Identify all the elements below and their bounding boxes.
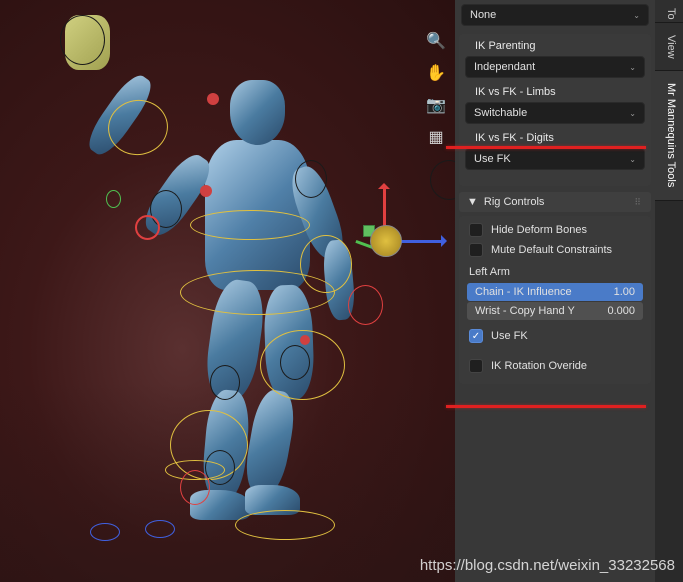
rig-control[interactable] — [295, 160, 327, 198]
rig-control[interactable] — [235, 510, 335, 540]
slider-chain-ik-influence[interactable]: Chain - IK Influence 1.00 — [467, 283, 643, 301]
hand-icon[interactable]: ✋ — [425, 62, 447, 84]
checkbox-hide-deform[interactable] — [469, 223, 483, 237]
disclosure-triangle-icon: ▼ — [467, 196, 478, 208]
dropdown-value: None — [470, 9, 496, 21]
dropdown-value: Use FK — [474, 153, 511, 165]
rig-control[interactable] — [106, 190, 121, 208]
checkbox-label: Mute Default Constraints — [491, 244, 612, 256]
checkbox-use-fk[interactable] — [469, 329, 483, 343]
section-rig-controls[interactable]: ▼ Rig Controls ⠿ — [459, 192, 651, 212]
tab-mr-mannequins-tools[interactable]: Mr Mannequins Tools — [655, 71, 683, 200]
label-ik-fk-limbs: IK vs FK - Limbs — [465, 86, 645, 98]
rig-control[interactable] — [210, 365, 240, 400]
checkbox-label: IK Rotation Overide — [491, 360, 587, 372]
rig-control[interactable] — [90, 523, 120, 541]
rig-control[interactable] — [190, 210, 310, 240]
properties-panel: None ⌄ IK Parenting Independant ⌄ IK vs … — [455, 0, 655, 582]
checkbox-mute-constraints[interactable] — [469, 243, 483, 257]
dropdown-value: Switchable — [474, 107, 527, 119]
chevron-down-icon: ⌄ — [629, 155, 636, 164]
rig-control[interactable] — [280, 345, 310, 380]
armature-mannequin[interactable] — [50, 10, 400, 570]
chevron-down-icon: ⌄ — [629, 63, 636, 72]
annotation-underline — [446, 405, 646, 408]
dropdown-ik-fk-limbs[interactable]: Switchable ⌄ — [465, 102, 645, 124]
viewport-toolbar: 🔍 ✋ 📷 ▦ — [425, 30, 447, 148]
zoom-icon[interactable]: 🔍 — [425, 30, 447, 52]
checkbox-ik-rotation-override[interactable] — [469, 359, 483, 373]
label-ik-fk-digits: IK vs FK - Digits — [465, 132, 645, 144]
slider-label: Wrist - Copy Hand Y — [475, 305, 575, 317]
rig-control[interactable] — [430, 160, 455, 200]
rig-sphere[interactable] — [200, 185, 212, 197]
sidebar-tabs: To View Mr Mannequins Tools — [655, 0, 683, 582]
dropdown-ik-parenting[interactable]: Independant ⌄ — [465, 56, 645, 78]
watermark: https://blog.csdn.net/weixin_33232568 — [420, 557, 675, 574]
section-title: Rig Controls — [484, 196, 545, 208]
rig-target[interactable] — [135, 215, 160, 240]
checkbox-label: Use FK — [491, 330, 528, 342]
rig-control[interactable] — [180, 470, 210, 505]
bone-head[interactable] — [230, 80, 285, 145]
checkbox-label: Hide Deform Bones — [491, 224, 587, 236]
label-ik-parenting: IK Parenting — [465, 40, 645, 52]
limb-section-label: Left Arm — [459, 260, 651, 282]
grid-icon[interactable]: ▦ — [425, 126, 447, 148]
slider-wrist-copy-hand[interactable]: Wrist - Copy Hand Y 0.000 — [467, 302, 643, 320]
tab-spacer — [655, 201, 683, 582]
rig-sphere[interactable] — [300, 335, 310, 345]
slider-value: 1.00 — [614, 286, 635, 298]
annotation-underline — [446, 146, 646, 149]
viewport-3d[interactable]: 🔍 ✋ 📷 ▦ — [0, 0, 455, 582]
rig-sphere[interactable] — [207, 93, 219, 105]
rig-control[interactable] — [145, 520, 175, 538]
dropdown-top[interactable]: None ⌄ — [461, 4, 649, 26]
chevron-down-icon: ⌄ — [633, 11, 640, 20]
dropdown-ik-fk-digits[interactable]: Use FK ⌄ — [465, 148, 645, 170]
slider-label: Chain - IK Influence — [475, 286, 572, 298]
rig-control[interactable] — [180, 270, 335, 315]
bone-leg-r-lower[interactable] — [241, 387, 299, 497]
camera-icon[interactable]: 📷 — [425, 94, 447, 116]
drag-handle-icon[interactable]: ⠿ — [634, 197, 643, 208]
rig-control[interactable] — [60, 15, 105, 65]
tab-tool[interactable]: To — [655, 0, 683, 23]
gizmo-origin[interactable] — [370, 225, 402, 257]
transform-gizmo[interactable] — [375, 240, 445, 330]
chevron-down-icon: ⌄ — [629, 109, 636, 118]
tab-view[interactable]: View — [655, 23, 683, 72]
dropdown-value: Independant — [474, 61, 535, 73]
slider-value: 0.000 — [607, 305, 635, 317]
